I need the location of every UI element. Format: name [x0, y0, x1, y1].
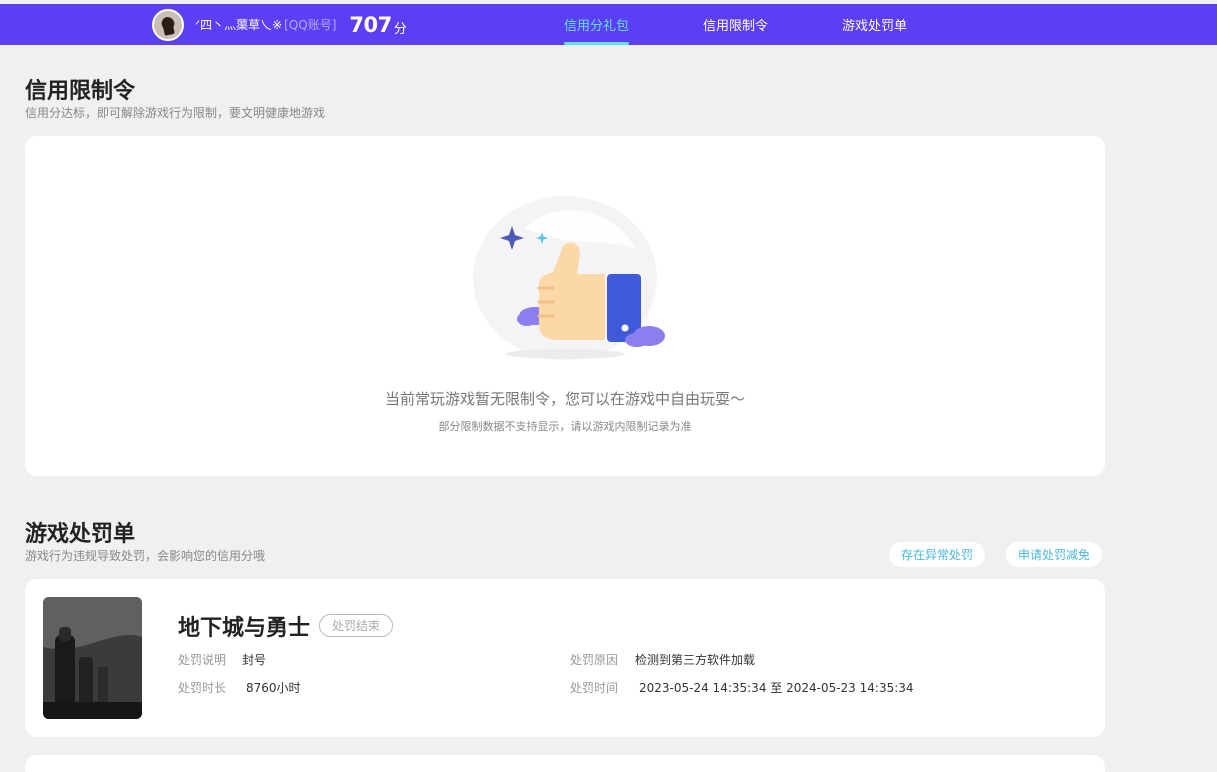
penalty-subtitle: 游戏行为违规导致处罚，会影响您的信用分哦 — [25, 549, 266, 563]
credit-score: 707 — [349, 12, 392, 37]
top-navbar: ᐟ四丶灬蕖草乀※ [QQ账号] 707 分 信用分礼包 信用限制令 游戏处罚单 — [0, 4, 1217, 45]
penalty-reason-value: 检测到第三方软件加载 — [635, 653, 756, 667]
penalty-card: 地下城与勇士 处罚结束 处罚说明 封号 处罚时长 8760小时 处罚原因 检测到… — [25, 579, 1105, 737]
penalty-time-label: 处罚时间 — [570, 681, 619, 695]
tab-credit-gift[interactable]: 信用分礼包 — [564, 4, 630, 45]
nickname: ᐟ四丶灬蕖草乀※ — [195, 18, 283, 32]
credit-score-unit: 分 — [393, 21, 407, 37]
penalty-reason-label: 处罚原因 — [570, 653, 619, 667]
appeal-penalty-button[interactable]: 申请处罚减免 — [1006, 542, 1103, 567]
status-badge: 处罚结束 — [319, 614, 394, 637]
penalty-desc-label: 处罚说明 — [178, 653, 227, 667]
restriction-empty-card: 当前常玩游戏暂无限制令，您可以在游戏中自由玩耍～ 部分限制数据不支持显示，请以游… — [25, 136, 1105, 476]
restriction-empty-note: 部分限制数据不支持显示，请以游戏内限制记录为准 — [438, 420, 692, 433]
account-type: [QQ账号] — [284, 18, 337, 32]
penalty-desc-value: 封号 — [242, 653, 267, 667]
restriction-title: 信用限制令 — [25, 79, 136, 104]
penalty-time-value: 2023-05-24 14:35:34 至 2024-05-23 14:35:3… — [639, 681, 914, 695]
game-cover-image — [43, 597, 142, 719]
tab-credit-restriction[interactable]: 信用限制令 — [703, 4, 768, 45]
user-info: ᐟ四丶灬蕖草乀※ [QQ账号] 707 分 — [152, 8, 407, 41]
penalty-card — [25, 755, 1105, 772]
avatar[interactable] — [152, 8, 184, 41]
tab-game-penalty[interactable]: 游戏处罚单 — [842, 4, 907, 45]
thumbs-up-illustration — [473, 196, 665, 360]
abnormal-penalty-button[interactable]: 存在异常处罚 — [889, 542, 986, 567]
game-name: 地下城与勇士 — [178, 616, 311, 641]
restriction-subtitle: 信用分达标，即可解除游戏行为限制，要文明健康地游戏 — [25, 106, 326, 120]
restriction-empty-message: 当前常玩游戏暂无限制令，您可以在游戏中自由玩耍～ — [384, 390, 745, 408]
penalty-duration-value: 8760小时 — [246, 681, 301, 695]
penalty-title: 游戏处罚单 — [25, 522, 136, 547]
penalty-duration-label: 处罚时长 — [178, 681, 227, 695]
